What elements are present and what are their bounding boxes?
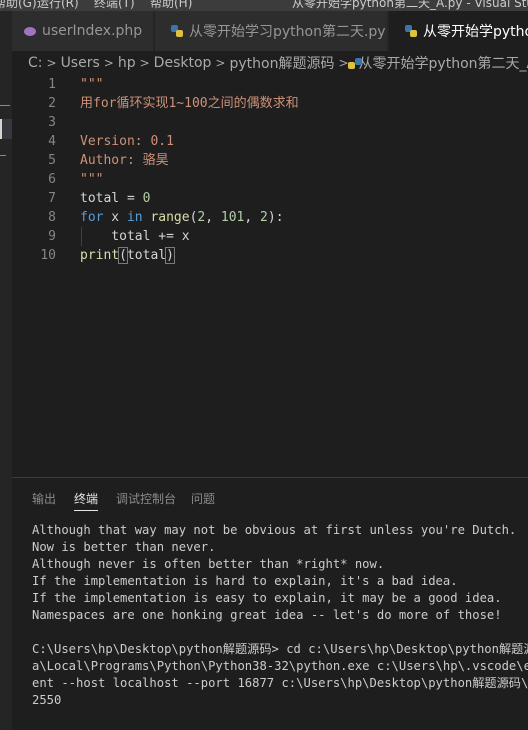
terminal-line: a\Local\Programs\Python\Python38-32\pyth…: [32, 659, 528, 673]
line-number: 8: [48, 210, 56, 225]
menu-terminal[interactable]: 终端(T): [94, 0, 135, 10]
panel-tab-debug-console[interactable]: 调试控制台: [116, 490, 176, 507]
code-token: ,: [205, 210, 221, 225]
code-token: """: [80, 172, 104, 187]
code-token: for: [80, 210, 104, 225]
code-token: x: [103, 210, 127, 225]
active-tab-underline: [74, 510, 98, 511]
explorer-marker: [0, 155, 6, 156]
chevron-right-icon: >: [46, 56, 57, 70]
code-line[interactable]: for x in range(2, 101, 2):: [80, 208, 284, 227]
line-number: 10: [40, 248, 56, 263]
chevron-right-icon: >: [215, 56, 226, 70]
code-token: ):: [267, 210, 284, 225]
line-number: 5: [48, 153, 56, 168]
breadcrumb-users[interactable]: Users: [61, 55, 100, 71]
code-token: print: [80, 248, 120, 263]
code-token: ): [165, 247, 175, 264]
code-token: 101: [220, 210, 245, 225]
terminal-line: C:\Users\hp\Desktop\python解题源码> cd c:\Us…: [32, 642, 528, 656]
code-line[interactable]: total += x: [80, 227, 190, 246]
code-token: 用for循环实现1~100之间的偶数求和: [80, 96, 299, 111]
activity-bar: [0, 11, 12, 730]
code-token: total += x: [80, 229, 190, 244]
panel-tabs: 输出 终端 调试控制台 问题: [12, 478, 528, 514]
code-token: 2: [260, 210, 268, 225]
code-line[interactable]: Author: 骆昊: [80, 151, 169, 170]
line-number: 7: [48, 191, 56, 206]
line-number: 9: [48, 229, 56, 244]
terminal-line: Now is better than never.: [32, 540, 216, 554]
breadcrumb-file[interactable]: 从零开始学python第二天_A.py: [359, 53, 528, 73]
chevron-right-icon: >: [139, 56, 150, 70]
code-token: Author: 骆昊: [80, 153, 169, 168]
terminal-line: 2550: [32, 693, 62, 707]
line-number: 3: [48, 115, 56, 130]
tab-userindex-php[interactable]: userIndex.php: [12, 11, 154, 51]
line-number: 2: [48, 96, 56, 111]
tab-python-day2[interactable]: 从零开始学习python第二天.py: [155, 11, 388, 51]
php-icon: [24, 26, 36, 36]
editor-tabs: userIndex.php 从零开始学习python第二天.py 从零开始学py…: [12, 11, 528, 51]
code-line[interactable]: Version: 0.1: [80, 132, 174, 151]
code-line[interactable]: total = 0: [80, 189, 150, 208]
window-title: 从零开始学python第二天_A.py - Visual Studio: [292, 0, 528, 10]
code-token: Version: 0.1: [80, 134, 174, 149]
code-token: range: [150, 210, 190, 225]
code-token: ,: [244, 210, 261, 225]
tab-python-day2-a[interactable]: 从零开始学python: [389, 11, 528, 51]
menu-bar: 帮助(G) 运行(R) 终端(T) 帮助(H) 从零开始学python第二天_A…: [0, 0, 528, 11]
panel-tab-terminal[interactable]: 终端: [74, 490, 98, 507]
terminal-line: Although that way may not be obvious at …: [32, 523, 517, 537]
menu-help-2[interactable]: 帮助(H): [150, 0, 192, 10]
code-token: (: [118, 247, 128, 264]
code-line[interactable]: print(total): [80, 246, 175, 265]
line-number: 1: [48, 77, 56, 92]
code-line[interactable]: 用for循环实现1~100之间的偶数求和: [80, 94, 299, 113]
terminal-line: ent --host localhost --port 16877 c:\Use…: [32, 676, 528, 690]
tab-label: 从零开始学习python第二天.py: [189, 24, 386, 40]
line-number: 6: [48, 172, 56, 187]
breadcrumb-hp[interactable]: hp: [118, 55, 136, 71]
code-token: =: [119, 191, 143, 206]
code-line[interactable]: """: [80, 170, 103, 189]
breadcrumb-desktop[interactable]: Desktop: [154, 55, 212, 71]
terminal-line: If the implementation is hard to explain…: [32, 574, 458, 588]
panel-tab-output[interactable]: 输出: [32, 490, 56, 507]
explorer-divider: [0, 105, 10, 106]
python-icon: [171, 25, 183, 37]
breadcrumb-drive[interactable]: C:: [28, 55, 43, 71]
code-token: total: [80, 191, 120, 206]
code-line[interactable]: """: [80, 75, 103, 94]
menu-help[interactable]: 帮助(G): [0, 0, 37, 10]
bottom-panel: 输出 终端 调试控制台 问题 Although that way may not…: [12, 477, 528, 730]
python-icon: [405, 25, 417, 37]
code-token: 0: [142, 191, 151, 206]
terminal-line: If the implementation is easy to explain…: [32, 591, 502, 605]
chevron-right-icon: >: [103, 56, 114, 70]
code-token: """: [80, 77, 104, 92]
terminal-line: Namespaces are one honking great idea --…: [32, 608, 502, 622]
tab-label: userIndex.php: [42, 23, 143, 39]
breadcrumb: C: > Users > hp > Desktop > python解题源码 >…: [12, 51, 528, 75]
code-token: total: [126, 248, 167, 263]
line-number: 4: [48, 134, 56, 149]
terminal-line: Although never is often better than *rig…: [32, 557, 385, 571]
explorer-selected-item[interactable]: [0, 119, 12, 139]
tab-label: 从零开始学python: [423, 24, 528, 40]
code-editor[interactable]: 1 2 3 4 5 6 7 8 9 10 """ 用for循环实现1~100之间的偶数求和 Versi…: [12, 75, 528, 477]
breadcrumb-folder[interactable]: python解题源码: [229, 53, 334, 73]
code-token: in: [126, 210, 143, 225]
panel-tab-problems[interactable]: 问题: [191, 490, 215, 507]
menu-run[interactable]: 运行(R): [37, 0, 79, 10]
